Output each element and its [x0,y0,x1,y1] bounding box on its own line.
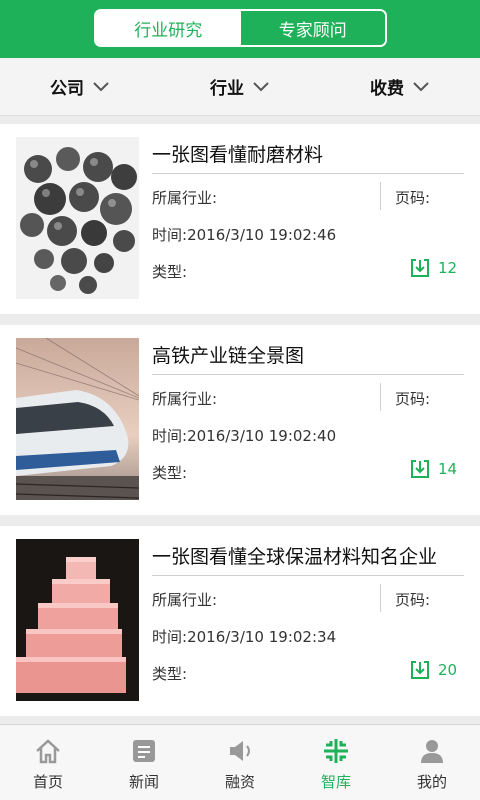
chevron-down-icon [413,81,429,91]
nav-label: 融资 [224,773,255,791]
item-title: 一张图看懂耐磨材料 [152,140,464,174]
time-prefix: 时间: [152,427,188,445]
time-value: 2016/3/10 19:02:34 [187,628,337,646]
nav-label: 首页 [32,773,63,791]
type-label: 类型: [152,665,188,683]
filter-company[interactable]: 公司 [0,58,160,115]
time-value: 2016/3/10 19:02:40 [187,427,337,445]
item-title: 一张图看懂全球保温材料知名企业 [152,542,464,576]
speaker-icon [230,741,250,761]
filter-label: 行业 [210,79,244,99]
news-icon [133,740,155,762]
page-label: 页码: [395,591,431,609]
download-icon [411,259,429,277]
download-count[interactable]: 14 [410,459,457,479]
type-label: 类型: [152,263,188,281]
grinding-balls-image [16,137,139,299]
filter-label: 收费 [370,79,404,99]
time-prefix: 时间: [152,628,188,646]
nav-mine[interactable]: 我的 [384,725,480,800]
nav-think-tank[interactable]: 智库 [288,725,384,800]
list-item[interactable]: 一张图看懂全球保温材料知名企业 所属行业: 页码: 时间:2016/3/10 1… [0,526,480,716]
nav-home[interactable]: 首页 [0,725,96,800]
download-count[interactable]: 20 [410,660,457,680]
tab-industry-research[interactable]: 行业研究 [96,11,241,45]
bullet-train-image [16,338,139,500]
download-count-value: 12 [438,259,458,277]
home-icon [36,739,60,764]
divider [380,182,381,210]
nav-news[interactable]: 新闻 [96,725,192,800]
time-value: 2016/3/10 19:02:46 [187,226,337,244]
nav-label: 新闻 [128,773,159,791]
insulation-blocks-image [16,539,139,701]
filter-label: 公司 [50,79,84,99]
download-count-value: 20 [438,661,458,679]
page-label: 页码: [395,189,431,207]
tab-expert-advisor[interactable]: 专家顾问 [240,11,385,45]
item-info: 一张图看懂全球保温材料知名企业 所属行业: 页码: 时间:2016/3/10 1… [152,526,464,716]
filter-bar: 公司 行业 收费 [0,58,480,116]
user-icon [421,740,443,763]
filter-fee[interactable]: 收费 [320,58,480,115]
download-icon [411,460,429,478]
item-info: 高铁产业链全景图 所属行业: 页码: 时间:2016/3/10 19:02:40… [152,325,464,515]
chevron-down-icon [93,81,109,91]
industry-label: 所属行业: [152,591,218,609]
type-label: 类型: [152,464,188,482]
item-title: 高铁产业链全景图 [152,341,464,375]
item-time: 时间:2016/3/10 19:02:34 [152,626,336,647]
nav-label: 智库 [320,773,351,791]
time-prefix: 时间: [152,226,188,244]
bottom-navigation: 首页 新闻 融资 智库 我的 [0,724,480,800]
segment-control: 行业研究 专家顾问 [94,9,387,47]
download-icon [411,661,429,679]
list-item[interactable]: 高铁产业链全景图 所属行业: 页码: 时间:2016/3/10 19:02:40… [0,325,480,515]
item-time: 时间:2016/3/10 19:02:40 [152,425,336,446]
page-label: 页码: [395,390,431,408]
nav-financing[interactable]: 融资 [192,725,288,800]
industry-label: 所属行业: [152,390,218,408]
download-count-value: 14 [438,460,458,478]
chevron-down-icon [253,81,269,91]
download-count[interactable]: 12 [410,258,457,278]
think-tank-icon [324,739,348,763]
item-time: 时间:2016/3/10 19:02:46 [152,224,336,245]
top-header: 行业研究 专家顾问 [0,0,480,58]
filter-industry[interactable]: 行业 [160,58,320,115]
industry-label: 所属行业: [152,189,218,207]
divider [380,383,381,411]
list-item[interactable]: 一张图看懂耐磨材料 所属行业: 页码: 时间:2016/3/10 19:02:4… [0,124,480,314]
divider [380,584,381,612]
item-info: 一张图看懂耐磨材料 所属行业: 页码: 时间:2016/3/10 19:02:4… [152,124,464,314]
nav-label: 我的 [416,773,447,791]
